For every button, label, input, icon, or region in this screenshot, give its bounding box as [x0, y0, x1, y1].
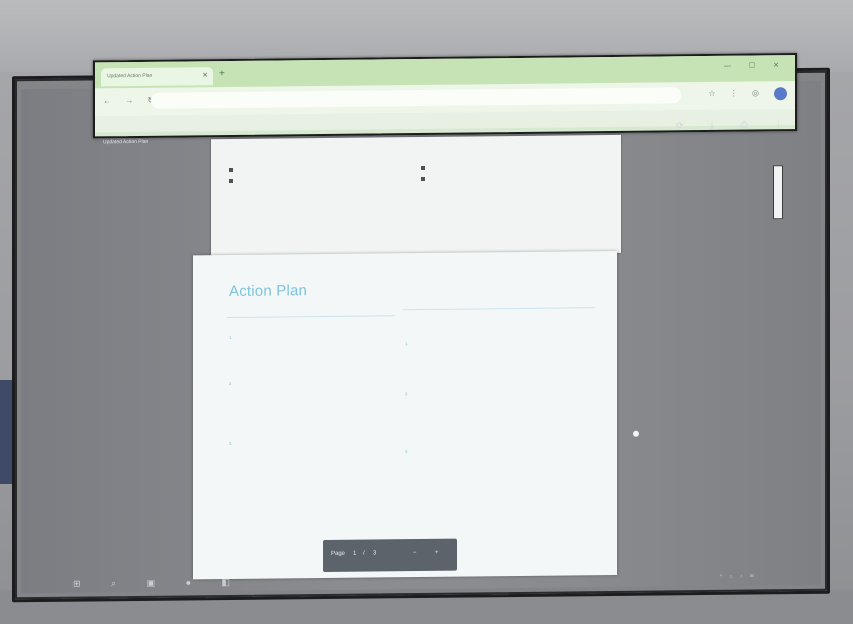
projection-screen: Updated Action Plan ✕ + — ☐ ✕ ← → ↻ ☆ ⋮ …	[12, 53, 830, 603]
window-controls[interactable]: — ☐ ✕	[724, 61, 787, 70]
desktop-area: Updated Action Plan ✕ + — ☐ ✕ ← → ↻ ☆ ⋮ …	[21, 53, 821, 594]
list-item	[229, 165, 409, 167]
new-tab-button[interactable]: +	[219, 68, 225, 79]
zoom-out-button[interactable]: −	[413, 550, 417, 556]
table-row: 2.	[405, 391, 409, 397]
taskbar: ⊞ ⌕ ▣ ● ◧ ^ ⌂ ♪ ✉	[57, 567, 807, 599]
list-item	[421, 163, 601, 165]
pdf-page-1	[211, 134, 621, 258]
list-item	[229, 176, 409, 178]
browser-tab[interactable]: Updated Action Plan ✕	[101, 67, 213, 87]
light-glare	[633, 430, 639, 437]
right-bullet-list	[421, 163, 601, 176]
page-navigation: Page 1 / 3 − +	[323, 538, 457, 573]
list-item	[421, 174, 601, 176]
address-input[interactable]	[151, 87, 681, 109]
profile-avatar[interactable]	[774, 87, 787, 101]
table-row: 2.	[229, 380, 233, 387]
pdf-tools-icons[interactable]: ⟳ ⤓ ⎙ ⋮	[676, 119, 795, 131]
pdf-title: Updated Action Plan	[103, 138, 149, 146]
table-row: 1.	[405, 341, 409, 347]
list-item	[229, 176, 409, 178]
table-row: 3.	[405, 449, 409, 455]
total-pages: 3	[373, 550, 377, 557]
taskbar-app-icons[interactable]: ⊞ ⌕ ▣ ● ◧	[73, 577, 244, 590]
zoom-in-button[interactable]: +	[435, 550, 439, 556]
system-tray-icons[interactable]: ^ ⌂ ♪ ✉	[720, 573, 757, 579]
left-column-header	[227, 315, 395, 325]
list-item	[229, 176, 409, 178]
table-row: 1.	[229, 334, 233, 341]
tab-title: Updated Action Plan	[107, 72, 153, 80]
list-item	[421, 174, 601, 176]
page-title: Action Plan	[229, 282, 308, 301]
pdf-page-2: Action Plan 1. 2. 3. 1. 2. 3.	[193, 250, 617, 580]
table-row: 3.	[229, 440, 233, 447]
page-label: Page	[331, 550, 346, 557]
right-column-header	[403, 307, 595, 317]
page-separator: /	[363, 550, 365, 557]
extension-icons[interactable]: ☆ ⋮ ◎	[708, 88, 765, 98]
close-icon[interactable]: ✕	[202, 71, 208, 79]
scrollbar-thumb[interactable]	[773, 165, 783, 220]
current-page-input[interactable]: 1	[353, 551, 356, 557]
left-bullet-list	[229, 165, 409, 178]
